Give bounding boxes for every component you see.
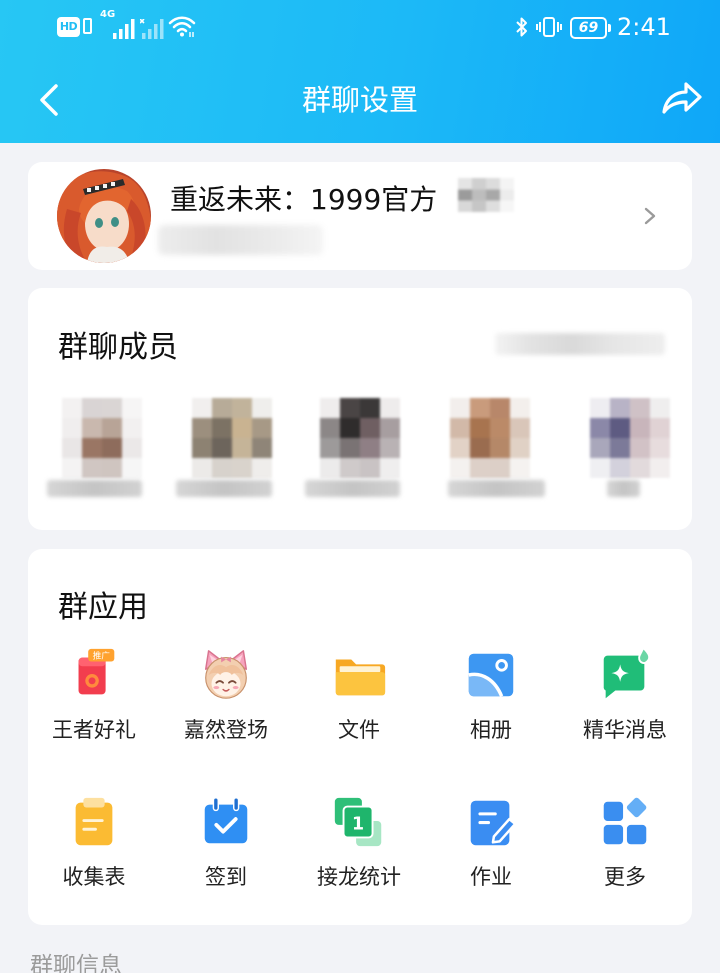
svg-text:1: 1 [352, 815, 364, 835]
relay-stats-icon: 1 [334, 797, 382, 847]
app-more[interactable]: 更多 [565, 793, 685, 919]
member-avatar-redacted [450, 398, 530, 478]
page-title: 群聊设置 [301, 83, 418, 117]
member-avatar[interactable] [62, 398, 142, 478]
app-gift-promo[interactable]: 推广 王者好礼 [34, 646, 154, 772]
folder-icon [335, 659, 386, 696]
form-collect-icon [75, 797, 113, 846]
app-label: 接龙统计 [317, 865, 401, 889]
group-info-section-title: 群聊信息 [30, 953, 122, 973]
homework-icon [470, 800, 517, 846]
app-form-collect[interactable]: 收集表 [34, 793, 154, 919]
app-files[interactable]: 文件 [299, 646, 419, 772]
signal-secondary-icon [140, 19, 164, 39]
highlight-message-icon [603, 646, 651, 699]
group-name-redacted [458, 178, 514, 212]
members-card: 群聊成员 [28, 288, 692, 530]
app-label: 收集表 [62, 865, 126, 889]
battery-icon: 69 [570, 17, 607, 39]
group-avatar-image [57, 169, 151, 263]
group-name: 重返未来：1999官方 [170, 183, 438, 216]
chevron-right-icon [644, 207, 656, 225]
app-highlights[interactable]: 精华消息 [565, 646, 685, 772]
member-name-redacted [607, 480, 640, 497]
group-settings-screen: HD 4G 69 2:41 群聊设置 重返未来：1999官方 群聊成员 群应用 … [0, 0, 720, 973]
app-label: 签到 [205, 865, 247, 889]
check-in-icon [204, 797, 248, 844]
members-count-redacted[interactable] [495, 333, 665, 355]
app-check-in[interactable]: 签到 [166, 793, 286, 919]
app-character-event[interactable]: 嘉然登场 [166, 646, 286, 772]
member-name-redacted [47, 480, 142, 497]
member-name-redacted [305, 480, 400, 497]
status-time: 2:41 [617, 13, 671, 41]
battery-cap [608, 24, 611, 32]
app-label: 相册 [470, 718, 512, 742]
group-avatar[interactable] [57, 169, 151, 263]
member-avatar-redacted [320, 398, 400, 478]
character-avatar-icon [204, 650, 248, 699]
chevron-left-icon [40, 84, 58, 116]
app-label: 作业 [470, 865, 512, 889]
back-button[interactable] [32, 78, 68, 122]
member-avatar[interactable] [320, 398, 400, 478]
member-avatar[interactable] [450, 398, 530, 478]
app-album[interactable]: 相册 [431, 646, 551, 772]
apps-title: 群应用 [58, 590, 148, 625]
app-label: 王者好礼 [52, 718, 136, 742]
members-title: 群聊成员 [58, 330, 178, 365]
app-label: 精华消息 [583, 718, 667, 742]
sim-icon [83, 18, 92, 34]
hd-badge: HD [57, 17, 80, 37]
share-icon [662, 82, 702, 114]
app-homework[interactable]: 作业 [431, 793, 551, 919]
wifi-icon [168, 16, 196, 37]
app-label: 嘉然登场 [184, 718, 268, 742]
share-button[interactable] [656, 76, 706, 122]
svg-text:推广: 推广 [93, 650, 111, 662]
member-avatar-redacted [590, 398, 670, 478]
app-label: 文件 [338, 718, 380, 742]
member-name-redacted [448, 480, 545, 497]
top-bar: HD 4G 69 2:41 群聊设置 [0, 0, 720, 143]
app-label: 更多 [604, 865, 646, 889]
signal-icon [113, 19, 135, 39]
gift-promo-icon: 推广 [78, 648, 115, 695]
group-subtitle-redacted [158, 225, 323, 255]
member-avatar[interactable] [590, 398, 670, 478]
group-apps-card: 群应用 推广 王者好礼 嘉然登场 文件 相册 精华消息 收集表 签到 1 接龙统… [28, 549, 692, 925]
bluetooth-icon [516, 17, 527, 37]
more-apps-icon [603, 797, 647, 845]
album-icon [468, 653, 514, 697]
vibrate-icon [536, 17, 562, 37]
app-relay-stats[interactable]: 1 接龙统计 [299, 793, 419, 919]
member-avatar-redacted [192, 398, 272, 478]
group-info-card[interactable]: 重返未来：1999官方 [28, 162, 692, 270]
member-avatar[interactable] [192, 398, 272, 478]
member-avatar-redacted [62, 398, 142, 478]
member-name-redacted [176, 480, 272, 497]
